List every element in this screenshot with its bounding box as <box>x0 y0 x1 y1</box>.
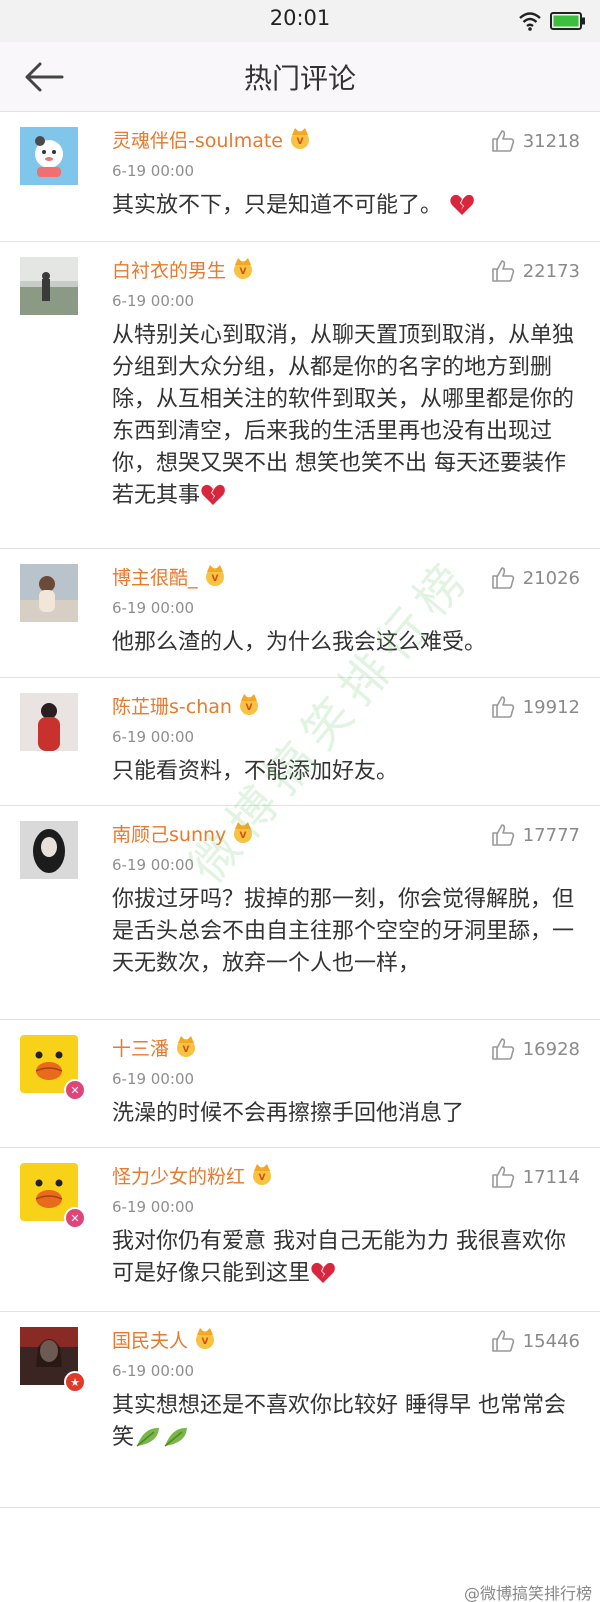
like-button[interactable]: 22173 <box>491 259 580 283</box>
leaf-emoji <box>164 1427 188 1447</box>
avatar[interactable]: ★ <box>20 1327 86 1393</box>
comment-text: 只能看资料，不能添加好友。 <box>112 759 399 784</box>
thumbs-up-icon <box>491 696 514 718</box>
svg-text:V: V <box>240 267 247 277</box>
comment-time: 6-19 00:00 <box>112 728 195 746</box>
like-count: 17114 <box>522 1166 580 1188</box>
user-name[interactable]: 南顾己sunny V <box>112 820 256 847</box>
avatar[interactable] <box>20 821 78 879</box>
battery-icon <box>550 12 585 30</box>
user-name[interactable]: 怪力少女的粉红 V <box>112 1162 275 1189</box>
comment-item: 博主很酷_ V 21026 6-19 00:00 他那么渣的人，为什么我会这么难受… <box>0 549 600 678</box>
broken-heart-emoji <box>201 484 225 505</box>
vip-crown-icon: V <box>205 565 224 586</box>
like-count: 15446 <box>522 1330 580 1352</box>
comment-time: 6-19 00:00 <box>112 599 195 617</box>
like-count: 16928 <box>522 1038 580 1060</box>
user-name[interactable]: 十三潘 V <box>112 1034 199 1061</box>
comment-item: ★ 国民夫人 V 15446 6-19 00:00 其实想想还是不喜欢你比较好 睡… <box>0 1312 600 1508</box>
comment-text: 从特别关心到取消，从聊天置顶到取消，从单独分组到大众分组，从都是你的名字的地方到… <box>112 323 575 508</box>
comment-item: 白衬衣的男生 V 22173 6-19 00:00 从特别关心到取消，从聊天置顶到… <box>0 242 600 549</box>
svg-text:V: V <box>259 1173 266 1183</box>
comment-time: 6-19 00:00 <box>112 1198 195 1216</box>
vip-crown-icon: V <box>196 1328 215 1349</box>
svg-text:V: V <box>245 703 252 713</box>
user-name[interactable]: 灵魂伴侣-soulmate V <box>112 126 313 153</box>
comment-time: 6-19 00:00 <box>112 162 195 180</box>
svg-text:V: V <box>183 1045 190 1055</box>
avatar[interactable] <box>20 127 78 185</box>
user-name[interactable]: 白衬衣的男生 V <box>112 256 256 283</box>
avatar[interactable]: ✕ <box>20 1163 86 1229</box>
vip-crown-icon: V <box>177 1036 196 1057</box>
avatar[interactable] <box>20 693 78 751</box>
like-button[interactable]: 16928 <box>491 1037 580 1061</box>
footer-watermark: @微博搞笑排行榜 <box>463 1584 592 1602</box>
svg-text:V: V <box>297 137 304 147</box>
thumbs-up-icon <box>491 1330 514 1352</box>
svg-text:V: V <box>211 574 218 584</box>
vip-crown-icon: V <box>234 822 253 843</box>
svg-text:V: V <box>240 831 247 841</box>
verified-badge-icon: ✕ <box>64 1079 86 1101</box>
back-arrow-icon <box>25 62 64 92</box>
nav-bar: 热门评论 <box>0 42 600 112</box>
verified-badge-icon: ✕ <box>64 1207 86 1229</box>
leaf-emoji <box>136 1427 160 1447</box>
comment-time: 6-19 00:00 <box>112 1070 195 1088</box>
user-name[interactable]: 陈芷珊s-chan V <box>112 692 262 719</box>
vip-crown-icon: V <box>253 1164 272 1185</box>
avatar[interactable]: ✕ <box>20 1035 86 1101</box>
like-button[interactable]: 31218 <box>491 129 580 153</box>
comment-item: ✕ 十三潘 V 16928 6-19 00:00 洗澡的时候不会再擦擦手回他消息了 <box>0 1020 600 1148</box>
comment-text: 我对你仍有爱意 我对自己无能为力 我很喜欢你 可是好像只能到这里 <box>112 1229 566 1286</box>
like-count: 19912 <box>522 696 580 718</box>
page-title: 热门评论 <box>243 62 356 95</box>
vip-crown-icon: V <box>291 128 309 149</box>
status-bar: 20:01 <box>0 0 600 42</box>
comment-text: 他那么渣的人，为什么我会这么难受。 <box>112 630 487 655</box>
broken-heart-emoji <box>311 1262 335 1283</box>
avatar[interactable] <box>20 564 78 622</box>
wifi-icon <box>519 12 541 31</box>
comment-text: 你拔过牙吗？拔掉的那一刻，你会觉得解脱，但是舌头总会不由自主往那个空空的牙洞里舔… <box>112 887 575 976</box>
comment-time: 6-19 00:00 <box>112 1362 195 1380</box>
like-count: 31218 <box>522 130 580 152</box>
comment-text: 其实放不下，只是知道不可能了。 <box>112 190 574 222</box>
like-count: 21026 <box>522 567 580 589</box>
user-name[interactable]: 国民夫人 V <box>112 1326 218 1353</box>
like-button[interactable]: 17777 <box>491 823 580 847</box>
comment-item: 灵魂伴侣-soulmate V 31218 6-19 00:00 其实放不下，只是… <box>0 112 600 242</box>
comment-item: 陈芷珊s-chan V 19912 6-19 00:00 只能看资料，不能添加好友… <box>0 678 600 806</box>
svg-text:V: V <box>202 1337 209 1347</box>
comment-text: 洗澡的时候不会再擦擦手回他消息了 <box>112 1101 465 1126</box>
like-count: 17777 <box>522 824 580 846</box>
thumbs-up-icon <box>491 824 514 846</box>
thumbs-up-icon <box>491 1166 514 1188</box>
comment-item: ✕ 怪力少女的粉红 V 17114 6-19 00:00 我对你仍有爱意 我对自己… <box>0 1148 600 1312</box>
comment-text: 其实想想还是不喜欢你比较好 睡得早 也常常会笑 <box>112 1393 566 1450</box>
thumbs-up-icon <box>491 130 514 152</box>
verified-badge-icon: ★ <box>64 1371 86 1393</box>
thumbs-up-icon <box>491 1038 514 1060</box>
vip-crown-icon: V <box>234 258 253 279</box>
comment-item: 南顾己sunny V 17777 6-19 00:00 你拔过牙吗？拔掉的那一刻，… <box>0 806 600 1020</box>
like-button[interactable]: 15446 <box>491 1329 580 1353</box>
like-button[interactable]: 21026 <box>491 566 580 590</box>
broken-heart-emoji <box>450 194 474 215</box>
comment-time: 6-19 00:00 <box>112 856 195 874</box>
thumbs-up-icon <box>491 260 514 282</box>
avatar[interactable] <box>20 257 78 315</box>
thumbs-up-icon <box>491 567 514 589</box>
back-button[interactable] <box>16 52 72 102</box>
vip-crown-icon: V <box>239 694 258 715</box>
status-time: 20:01 <box>269 6 331 30</box>
comment-time: 6-19 00:00 <box>112 292 195 310</box>
like-button[interactable]: 17114 <box>491 1165 580 1189</box>
user-name[interactable]: 博主很酷_ V <box>112 563 228 590</box>
like-count: 22173 <box>522 260 580 282</box>
like-button[interactable]: 19912 <box>491 695 580 719</box>
